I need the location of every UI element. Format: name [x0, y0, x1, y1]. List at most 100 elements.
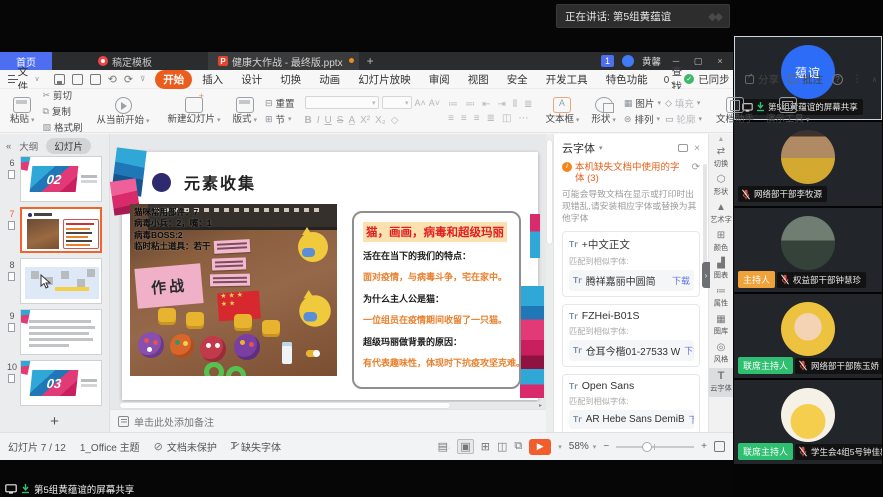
- strip-style[interactable]: ◎风格: [709, 340, 733, 368]
- underline-button[interactable]: U: [325, 115, 332, 126]
- fill-button[interactable]: ◇填充▾: [665, 96, 702, 110]
- slide-text-box[interactable]: 猫，画画，病毒和超级玛丽 活在在当下的我们的特点： 面对疫情，与病毒斗争，宅在家…: [352, 211, 521, 389]
- slide-page[interactable]: 元素收集 作战 ★ ★ ★ ★ ★: [122, 152, 538, 400]
- participant-tile[interactable]: 联席主持人 网络部干部陈玉娇: [734, 294, 882, 378]
- tab-template[interactable]: 稿定模板: [88, 52, 162, 70]
- menu-slideshow[interactable]: 幻灯片放映: [350, 70, 419, 89]
- menu-home[interactable]: 开始: [155, 70, 192, 89]
- more-menu-icon[interactable]: ⋮: [852, 73, 863, 85]
- normal-view-icon[interactable]: ▣: [457, 439, 473, 454]
- slide-thumb-10[interactable]: 10 03: [4, 360, 106, 407]
- protect-indicator[interactable]: ⊘文档未保护: [154, 439, 217, 454]
- panel-dropdown-icon[interactable]: ▾: [599, 144, 603, 152]
- download-link[interactable]: 下载: [672, 274, 690, 287]
- notes-bar[interactable]: 单击此处添加备注: [110, 409, 546, 432]
- strip-properties[interactable]: ≔属性: [709, 284, 733, 312]
- font-color-icon[interactable]: A̲: [348, 115, 355, 126]
- text-box-button[interactable]: 文本框 ▾: [541, 97, 583, 125]
- fit-to-window-icon[interactable]: [714, 441, 725, 452]
- vertical-scrollbar[interactable]: [546, 134, 553, 432]
- slide-thumb-7-current[interactable]: 7: [4, 207, 106, 254]
- align-left-icon[interactable]: ≡: [448, 113, 455, 124]
- collapse-panel-icon[interactable]: «: [6, 141, 11, 152]
- strip-wordart[interactable]: ▲艺术字: [709, 200, 733, 228]
- text-effect-icon[interactable]: ◇: [391, 115, 399, 126]
- scroll-right-arrow[interactable]: ▸: [539, 402, 542, 409]
- strip-cloud-fonts-active[interactable]: T云字体: [709, 368, 733, 397]
- slide-title[interactable]: 元素收集: [152, 170, 256, 194]
- doc-assistant-button[interactable]: 文档助手: [712, 97, 758, 125]
- account-name[interactable]: 黄馨: [642, 54, 661, 68]
- align-center-icon[interactable]: ≡: [461, 113, 468, 124]
- section-button[interactable]: ⊞节▾: [265, 112, 295, 126]
- redo-icon[interactable]: ⟳: [124, 73, 133, 86]
- slide-thumb-8[interactable]: 8: [4, 258, 106, 305]
- outline-button[interactable]: ▭轮廓▾: [665, 112, 702, 126]
- picture-button[interactable]: ▦图片▾: [624, 96, 661, 110]
- close-panel-icon[interactable]: ×: [694, 143, 700, 154]
- present-view-icon[interactable]: ⧉: [514, 440, 522, 453]
- new-tab-button[interactable]: +: [359, 52, 382, 70]
- columns-icon[interactable]: ◫: [502, 113, 512, 124]
- strip-gallery[interactable]: ▦图库: [709, 312, 733, 340]
- tab-slides[interactable]: 幻灯片: [46, 138, 91, 154]
- matched-font-row[interactable]: T𝗋腾祥嘉丽中圆简下载: [569, 270, 694, 291]
- strip-chart[interactable]: ▟图表: [709, 256, 733, 284]
- participant-tile[interactable]: 联席主持人 学生会4组5号钟佳雄: [734, 380, 882, 464]
- reset-button[interactable]: ⊟重置: [265, 96, 295, 110]
- play-from-current-button[interactable]: 从当前开始 ▾: [93, 97, 154, 126]
- menu-design[interactable]: 设计: [233, 70, 270, 89]
- horizontal-scrollbar[interactable]: ▸: [110, 402, 546, 409]
- play-options-icon[interactable]: ▾: [558, 443, 562, 451]
- font-decrease-icon[interactable]: A˅: [429, 98, 440, 108]
- scrollbar-handle[interactable]: [547, 140, 552, 244]
- menu-transition[interactable]: 切换: [272, 70, 309, 89]
- zoom-out-icon[interactable]: −: [603, 441, 609, 452]
- account-avatar[interactable]: [622, 55, 634, 67]
- menu-features[interactable]: 特色功能: [598, 70, 656, 89]
- add-slide-button[interactable]: +: [0, 413, 109, 430]
- paste-button[interactable]: 粘贴 ▾: [6, 97, 38, 125]
- indent-decrease-icon[interactable]: ⇤: [482, 99, 491, 110]
- theme-indicator[interactable]: 1_Office 主题: [80, 439, 140, 454]
- participant-tile[interactable]: 网络部干部李牧源: [734, 122, 882, 206]
- slide-sorter-icon[interactable]: ⊞: [481, 440, 490, 453]
- matched-font-row[interactable]: T𝗋AR Hebe Sans DemiB下载: [569, 410, 694, 429]
- bullet-list-icon[interactable]: ≔: [448, 99, 459, 110]
- paragraph-more-icon[interactable]: ⋯: [518, 113, 529, 124]
- menu-review[interactable]: 审阅: [421, 70, 458, 89]
- zoom-slider[interactable]: [616, 446, 694, 448]
- font-name-combobox[interactable]: ▾: [305, 96, 379, 109]
- number-list-icon[interactable]: ≕: [465, 99, 476, 110]
- collapse-ribbon-icon[interactable]: ∧: [872, 75, 878, 84]
- font-increase-icon[interactable]: A˄: [415, 98, 426, 108]
- menu-view[interactable]: 视图: [460, 70, 497, 89]
- zoom-slider-knob[interactable]: [642, 442, 652, 452]
- slide-thumb-9[interactable]: 9: [4, 309, 106, 356]
- comment-button[interactable]: 批注: [788, 72, 823, 87]
- slideshow-play-button[interactable]: ▶: [529, 439, 551, 455]
- menu-insert[interactable]: 插入: [194, 70, 231, 89]
- matched-font-row[interactable]: T𝗋仓耳今楷01-27533 W下载: [569, 340, 694, 361]
- scrollbar-handle[interactable]: [120, 403, 450, 408]
- justify-icon[interactable]: ≣: [487, 113, 496, 124]
- arrange-button[interactable]: ⊜排列▾: [624, 112, 661, 126]
- notification-badge[interactable]: 1: [601, 55, 614, 67]
- missing-font-indicator[interactable]: T缺失字体: [231, 439, 281, 454]
- undo-icon[interactable]: ⟲: [108, 73, 117, 86]
- strip-switch[interactable]: ⇄切换: [709, 144, 733, 172]
- strikethrough-button[interactable]: S: [337, 115, 344, 126]
- slide-canvas[interactable]: 元素收集 作战 ★ ★ ★ ★ ★: [110, 134, 546, 432]
- layout-button[interactable]: 版式 ▾: [228, 97, 260, 125]
- panel-expand-tab[interactable]: ›: [702, 262, 710, 288]
- line-spacing-icon[interactable]: ≣: [524, 99, 533, 110]
- indent-increase-icon[interactable]: ⇥: [497, 99, 506, 110]
- refresh-icon[interactable]: ⟳: [692, 162, 700, 174]
- menu-animation[interactable]: 动画: [311, 70, 348, 89]
- strip-scroll-up-icon[interactable]: ▲: [718, 136, 725, 143]
- strip-shapes[interactable]: ⬡形状: [709, 172, 733, 200]
- cut-button[interactable]: ✂剪切: [42, 88, 82, 102]
- text-direction-icon[interactable]: ⫴: [513, 99, 518, 110]
- new-slide-button[interactable]: 新建幻灯片 ▾: [164, 97, 225, 125]
- subscript-icon[interactable]: X₂: [375, 115, 386, 126]
